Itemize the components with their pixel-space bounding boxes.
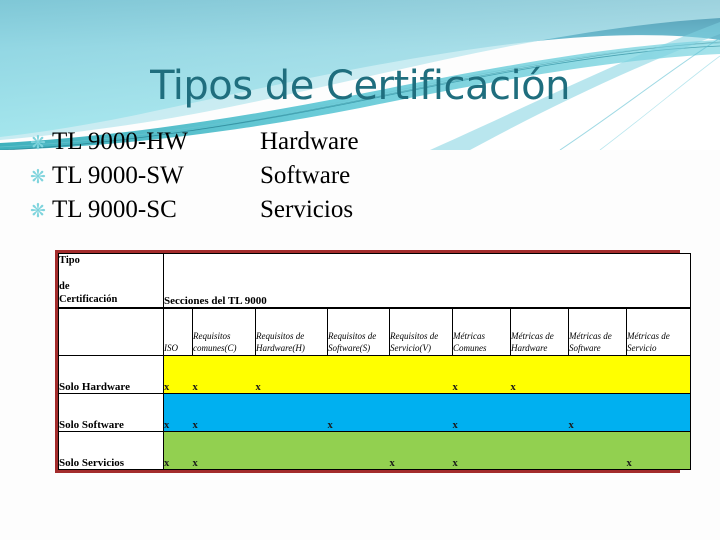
bullet-description: Hardware [260, 128, 359, 155]
bullet-code: TL 9000-HW [52, 128, 188, 155]
cell-hw-reqv [389, 354, 453, 394]
list-item: ❋ TL 9000-SC Servicios [30, 196, 460, 230]
column-header-metricas-software: Métricas de Software [568, 307, 627, 356]
header-cell-secciones: Secciones del TL 9000 [163, 253, 691, 309]
cell-hw-reqs [327, 354, 390, 394]
cell-sw-reqs: x [327, 392, 390, 432]
row-label-solo-servicios: Solo Servicios [58, 430, 164, 470]
list-item: ❋ TL 9000-HW Hardware [30, 128, 460, 162]
bullet-description: Servicios [260, 196, 354, 223]
column-header-requisitos-comunes: Requisitos comunes(C) [192, 307, 256, 356]
cell-hw-ms [568, 354, 627, 394]
header-cell-tipo-certificacion: Tipo de Certificación [58, 253, 164, 309]
table-subheader-row: ISO Requisitos comunes(C) Requisitos de … [58, 307, 691, 356]
cell-hw-iso: x [163, 354, 193, 394]
cell-sw-reqh [255, 392, 328, 432]
column-header-requisitos-software: Requisitos de Software(S) [327, 307, 390, 356]
column-header-iso: ISO [163, 307, 193, 356]
bullet-code: TL 9000-SC [52, 196, 177, 223]
cell-sw-iso: x [163, 392, 193, 432]
certification-table: Tipo de Certificación Secciones del TL 90… [58, 253, 691, 470]
cell-sw-mh [510, 392, 569, 432]
slide-title: Tipos de Certificación [150, 63, 570, 109]
cell-hw-mh: x [510, 354, 569, 394]
column-header-requisitos-hardware: Requisitos de Hardware(H) [255, 307, 328, 356]
cell-sw-mc: x [452, 392, 511, 432]
table-row: Solo Servicios x x x x x [58, 430, 691, 470]
bullet-description: Software [260, 162, 351, 189]
leaf-bullet-icon: ❋ [30, 201, 46, 222]
cell-sv-reqv: x [389, 430, 453, 470]
header-certificacion-word: Certificación [59, 294, 118, 306]
cell-sv-reqs [327, 430, 390, 470]
bullet-list: ❋ TL 9000-HW Hardware ❋ TL 9000-SW Softw… [30, 128, 460, 230]
cell-sv-iso: x [163, 430, 193, 470]
cell-sw-msv [626, 392, 691, 432]
column-header-metricas-servicio: Métricas de Servicio [626, 307, 691, 356]
list-item: ❋ TL 9000-SW Software [30, 162, 460, 196]
table-row: Solo Software x x x x x [58, 392, 691, 432]
cell-sw-reqv [389, 392, 453, 432]
cell-hw-reqc: x [192, 354, 256, 394]
cell-sv-msv: x [626, 430, 691, 470]
cell-hw-reqh: x [255, 354, 328, 394]
leaf-bullet-icon: ❋ [30, 133, 46, 154]
cell-hw-mc: x [452, 354, 511, 394]
row-label-solo-hardware: Solo Hardware [58, 354, 164, 394]
column-header-metricas-hardware: Métricas de Hardware [510, 307, 569, 356]
header-de-word: de [59, 281, 70, 293]
column-header-metricas-comunes: Métricas Comunes [452, 307, 511, 356]
leaf-bullet-icon: ❋ [30, 167, 46, 188]
column-header-requisitos-servicio: Requisitos de Servicio(V) [389, 307, 453, 356]
cell-sw-ms: x [568, 392, 627, 432]
table-row: Solo Hardware x x x x x [58, 354, 691, 394]
row-label-solo-software: Solo Software [58, 392, 164, 432]
table-header-row-group: Tipo de Certificación Secciones del TL 90… [58, 253, 691, 309]
cell-sv-reqc: x [192, 430, 256, 470]
cell-sv-mc: x [452, 430, 511, 470]
header-cell-blank [58, 307, 164, 356]
cell-sw-reqc: x [192, 392, 256, 432]
slide-canvas: Tipos de Certificación ❋ TL 9000-HW Hard… [0, 0, 720, 540]
cell-sv-ms [568, 430, 627, 470]
bullet-code: TL 9000-SW [52, 162, 184, 189]
certification-matrix: Tipo de Certificación Secciones del TL 90… [55, 250, 691, 473]
cell-sv-reqh [255, 430, 328, 470]
cell-sv-mh [510, 430, 569, 470]
header-tipo-word: Tipo [59, 255, 80, 266]
cell-hw-msv [626, 354, 691, 394]
